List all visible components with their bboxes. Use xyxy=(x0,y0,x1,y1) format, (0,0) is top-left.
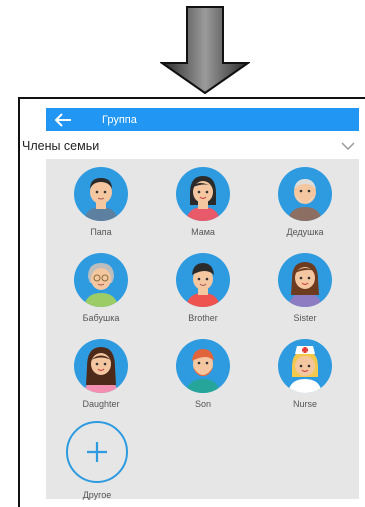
grandfather-avatar-icon xyxy=(278,167,332,221)
member-mama[interactable]: Мама xyxy=(158,167,248,237)
member-label: Son xyxy=(194,399,211,409)
dropdown-label: Члены семьи xyxy=(22,139,100,153)
brother-avatar-icon xyxy=(176,253,230,307)
phone-screen: Группа Члены семьи Папа Мама Дедушка Баб… xyxy=(18,97,365,507)
son-avatar-icon xyxy=(176,339,230,393)
member-grandmother[interactable]: Бабушка xyxy=(56,253,146,323)
member-daughter[interactable]: Daughter xyxy=(56,339,146,409)
mother-avatar-icon xyxy=(176,167,230,221)
page-title: Группа xyxy=(102,113,137,126)
member-label: Бабушка xyxy=(82,313,120,323)
member-son[interactable]: Son xyxy=(158,339,248,409)
back-arrow-icon[interactable] xyxy=(46,108,80,131)
app-bar: Группа xyxy=(46,108,359,131)
member-nurse[interactable]: Nurse xyxy=(260,339,350,409)
member-sister[interactable]: Sister xyxy=(260,253,350,323)
down-arrow-icon xyxy=(160,6,250,95)
family-members-dropdown[interactable]: Члены семьи xyxy=(20,135,365,157)
member-label: Brother xyxy=(188,313,218,323)
member-label: Дедушка xyxy=(286,227,324,237)
nurse-avatar-icon xyxy=(278,339,332,393)
member-papa[interactable]: Папа xyxy=(56,167,146,237)
add-other-member[interactable]: Другое xyxy=(52,421,142,500)
plus-icon xyxy=(87,442,107,462)
member-label: Другое xyxy=(82,490,112,500)
member-brother[interactable]: Brother xyxy=(158,253,248,323)
member-label: Папа xyxy=(90,227,112,237)
father-avatar-icon xyxy=(74,167,128,221)
member-label: Nurse xyxy=(292,399,317,409)
member-label: Sister xyxy=(293,313,317,323)
add-member-button[interactable] xyxy=(66,421,128,483)
member-grandfather[interactable]: Дедушка xyxy=(260,167,350,237)
member-label: Мама xyxy=(191,227,215,237)
sister-avatar-icon xyxy=(278,253,332,307)
member-label: Daughter xyxy=(82,399,120,409)
chevron-down-icon xyxy=(341,142,355,151)
grandmother-avatar-icon xyxy=(74,253,128,307)
members-grid: Папа Мама Дедушка Бабушка Brother Sister… xyxy=(46,159,359,500)
daughter-avatar-icon xyxy=(74,339,128,393)
